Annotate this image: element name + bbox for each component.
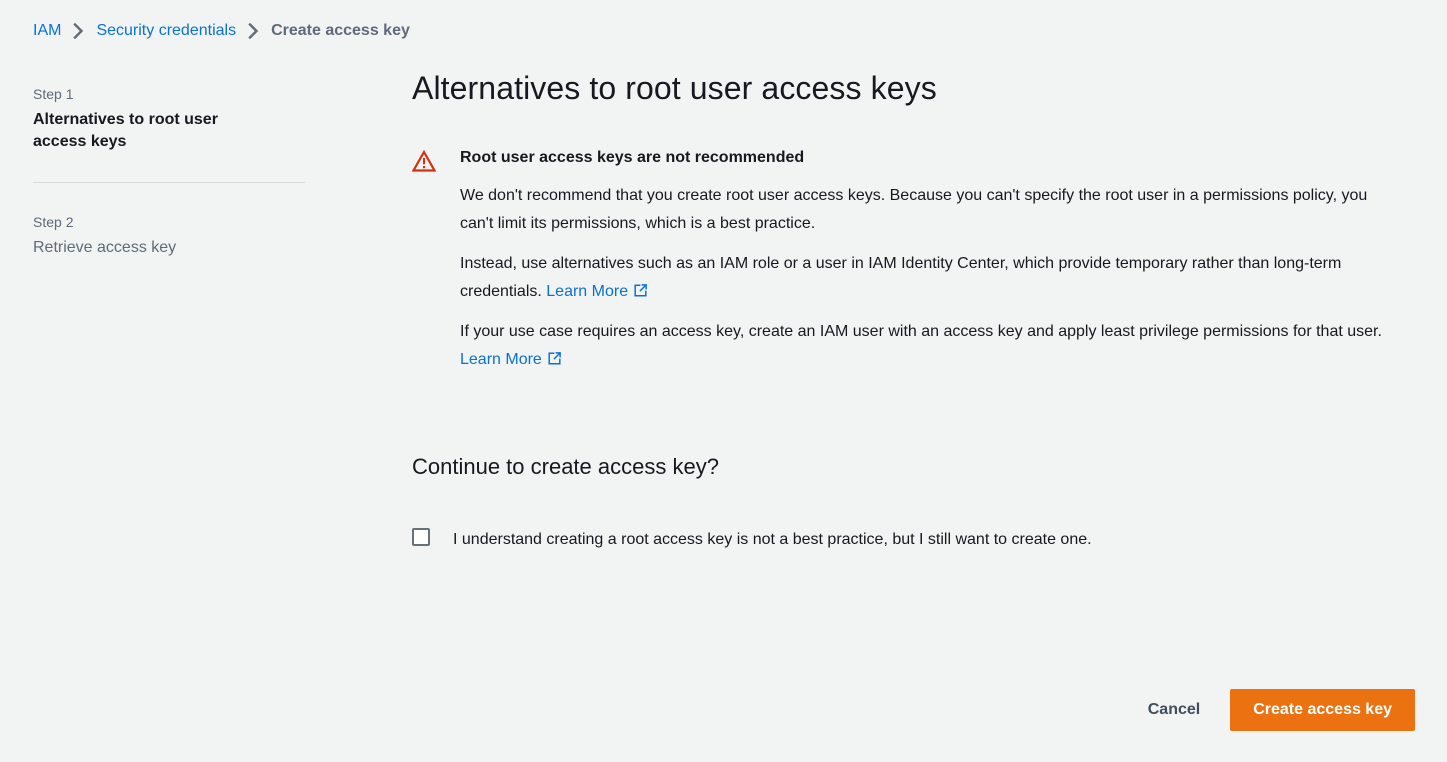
wizard-step-navigation: Step 1 Alternatives to root user access … (33, 48, 305, 259)
cancel-button[interactable]: Cancel (1128, 693, 1220, 727)
page-layout: Step 1 Alternatives to root user access … (0, 48, 1447, 555)
breadcrumb: IAM Security credentials Create access k… (0, 0, 1447, 48)
wizard-step-2-label: Step 2 (33, 214, 74, 230)
wizard-step-2[interactable]: Step 2 Retrieve access key (33, 212, 305, 259)
warning-triangle-icon (412, 148, 442, 172)
learn-more-link-1[interactable]: Learn More (546, 283, 628, 300)
alert-heading: Root user access keys are not recommende… (460, 149, 805, 166)
wizard-step-1-label: Step 1 (33, 86, 74, 102)
continue-section-title: Continue to create access key? (412, 454, 719, 479)
external-link-icon[interactable] (633, 283, 648, 298)
wizard-step-1-title: Alternatives to root user access keys (33, 111, 218, 150)
alert-body: Root user access keys are not recommende… (442, 148, 1382, 374)
alert-paragraph-3: If your use case requires an access key,… (460, 318, 1382, 374)
page-title: Alternatives to root user access keys (412, 70, 937, 106)
breadcrumb-item-create-access-key: Create access key (271, 22, 410, 39)
alert-paragraph-1: We don't recommend that you create root … (460, 187, 1368, 232)
acknowledgement-checkbox[interactable] (412, 528, 430, 546)
acknowledgement-checkbox-row[interactable]: I understand creating a root access key … (412, 525, 1417, 555)
footer-actions: Cancel Create access key (1128, 689, 1415, 731)
breadcrumb-item-security-credentials[interactable]: Security credentials (96, 21, 236, 41)
main-content: Alternatives to root user access keys Ro… (305, 48, 1447, 555)
chevron-right-icon-2 (248, 23, 259, 39)
create-access-key-button[interactable]: Create access key (1230, 689, 1415, 731)
acknowledgement-checkbox-label[interactable]: I understand creating a root access key … (430, 525, 1092, 555)
wizard-step-2-title[interactable]: Retrieve access key (33, 237, 268, 259)
wizard-step-1: Step 1 Alternatives to root user access … (33, 84, 305, 153)
chevron-right-icon (73, 23, 84, 39)
learn-more-link-2[interactable]: Learn More (460, 351, 542, 368)
continue-section: Continue to create access key? I underst… (412, 452, 1417, 555)
alert-paragraph-2: Instead, use alternatives such as an IAM… (460, 250, 1382, 306)
wizard-step-divider (33, 182, 305, 183)
breadcrumb-item-iam[interactable]: IAM (33, 21, 61, 41)
root-key-warning-alert: Root user access keys are not recommende… (412, 148, 1417, 374)
external-link-icon-2[interactable] (547, 351, 562, 366)
alert-paragraph-3-text: If your use case requires an access key,… (460, 323, 1382, 340)
